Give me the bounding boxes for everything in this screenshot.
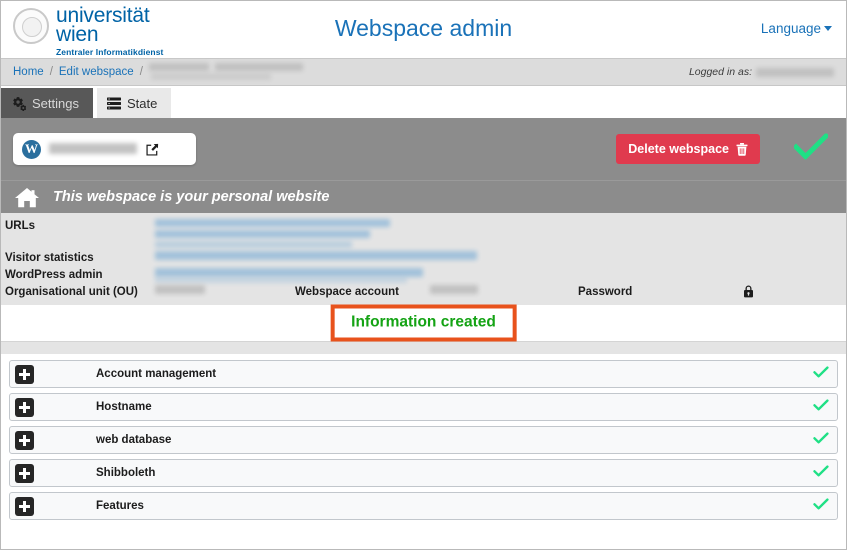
page-header: universität wien Zentraler Informatikdie…: [1, 1, 846, 58]
info-row-wordpress-admin: WordPress admin: [1, 268, 846, 283]
home-icon: [15, 187, 39, 208]
info-label-wordpress-admin: WordPress admin: [5, 269, 103, 281]
info-label-organisational-unit: Organisational unit (OU): [5, 286, 138, 298]
breadcrumb-bar: Home / Edit webspace / Logged in as:: [1, 58, 846, 86]
info-value-ou-redacted: [155, 285, 295, 294]
plus-icon[interactable]: [15, 397, 34, 417]
info-label-password: Password: [578, 286, 633, 298]
info-value-visitor-statistics-redacted: [155, 251, 846, 260]
accordion-row-web-database[interactable]: web database: [9, 426, 838, 454]
webspace-info-panel: URLs Visitor statistics WordPress admin …: [1, 213, 846, 305]
breadcrumb-separator: /: [49, 66, 53, 78]
edit-pencil-icon[interactable]: [145, 142, 160, 157]
check-icon: [813, 464, 829, 482]
action-band: W Delete webspace: [1, 118, 846, 180]
breadcrumb-item-edit-webspace[interactable]: Edit webspace: [59, 66, 134, 78]
tab-settings[interactable]: Settings: [1, 88, 93, 118]
delete-webspace-label: Delete webspace: [628, 142, 729, 156]
logged-in-username-redacted: [756, 67, 834, 77]
gears-icon: [11, 96, 27, 111]
accordion-label-hostname: Hostname: [96, 401, 152, 413]
plus-icon[interactable]: [15, 496, 34, 516]
info-row-organisational-unit: Organisational unit (OU) Webspace accoun…: [1, 285, 846, 300]
language-label: Language: [760, 21, 821, 36]
personal-website-banner: This webspace is your personal website: [1, 180, 846, 213]
notification-text: Information created: [351, 313, 496, 331]
accordion-row-account-management[interactable]: Account management: [9, 360, 838, 388]
lock-icon[interactable]: [743, 285, 754, 298]
webspace-admin-window: universität wien Zentraler Informatikdie…: [0, 0, 847, 550]
info-value-wordpress-admin-redacted: [155, 268, 846, 283]
accordion-row-hostname[interactable]: Hostname: [9, 393, 838, 421]
personal-website-text: This webspace is your personal website: [53, 189, 330, 205]
info-label-visitor-statistics: Visitor statistics: [5, 252, 94, 264]
plus-icon[interactable]: [15, 430, 34, 450]
info-columns: Webspace account Password: [155, 285, 846, 300]
logged-in-status: Logged in as:: [689, 66, 834, 78]
tab-bar: Settings State: [1, 86, 846, 118]
notification-highlight-box: Information created: [330, 304, 517, 342]
info-label-urls: URLs: [5, 220, 36, 232]
info-row-visitor-statistics: Visitor statistics: [1, 251, 846, 266]
logo-subtitle: Zentraler Informatikdienst: [56, 46, 164, 57]
breadcrumb-item-home[interactable]: Home: [13, 66, 44, 78]
accordion-label-features: Features: [96, 500, 144, 512]
check-icon: [813, 431, 829, 449]
info-label-webspace-account: Webspace account: [295, 286, 399, 298]
panel-divider: [1, 341, 846, 354]
page-title: Webspace admin: [334, 15, 513, 41]
language-dropdown[interactable]: Language: [761, 21, 832, 36]
status-check-icon: [792, 132, 830, 165]
logged-in-label: Logged in as:: [688, 66, 752, 78]
chevron-down-icon: [824, 25, 832, 31]
server-list-icon: [106, 97, 121, 110]
plus-icon[interactable]: [15, 364, 34, 384]
accordion-row-features[interactable]: Features: [9, 492, 838, 520]
check-icon: [813, 365, 829, 383]
tab-settings-label: Settings: [32, 95, 79, 111]
site-name-redacted: [49, 142, 137, 156]
check-icon: [813, 398, 829, 416]
notification-band: Information created: [1, 304, 846, 342]
plus-icon[interactable]: [15, 463, 34, 483]
trash-icon: [736, 142, 748, 156]
accordion-label-web-database: web database: [96, 434, 172, 446]
tab-state-label: State: [126, 95, 158, 111]
accordion-label-shibboleth: Shibboleth: [96, 467, 156, 479]
accordion-row-shibboleth[interactable]: Shibboleth: [9, 459, 838, 487]
breadcrumb-separator: /: [139, 66, 143, 78]
info-value-webspace-account-redacted: [430, 285, 578, 294]
accordion-label-account-management: Account management: [96, 368, 217, 380]
breadcrumb-item-redacted: [148, 63, 309, 81]
wordpress-icon: W: [22, 139, 41, 159]
delete-webspace-button[interactable]: Delete webspace: [616, 134, 760, 164]
info-value-urls-redacted: [155, 219, 846, 248]
settings-accordion: Account management Hostname web database…: [1, 354, 846, 535]
tab-state[interactable]: State: [96, 88, 172, 118]
info-row-urls: URLs: [1, 219, 846, 248]
check-icon: [813, 497, 829, 515]
site-selector-pill[interactable]: W: [13, 133, 196, 165]
